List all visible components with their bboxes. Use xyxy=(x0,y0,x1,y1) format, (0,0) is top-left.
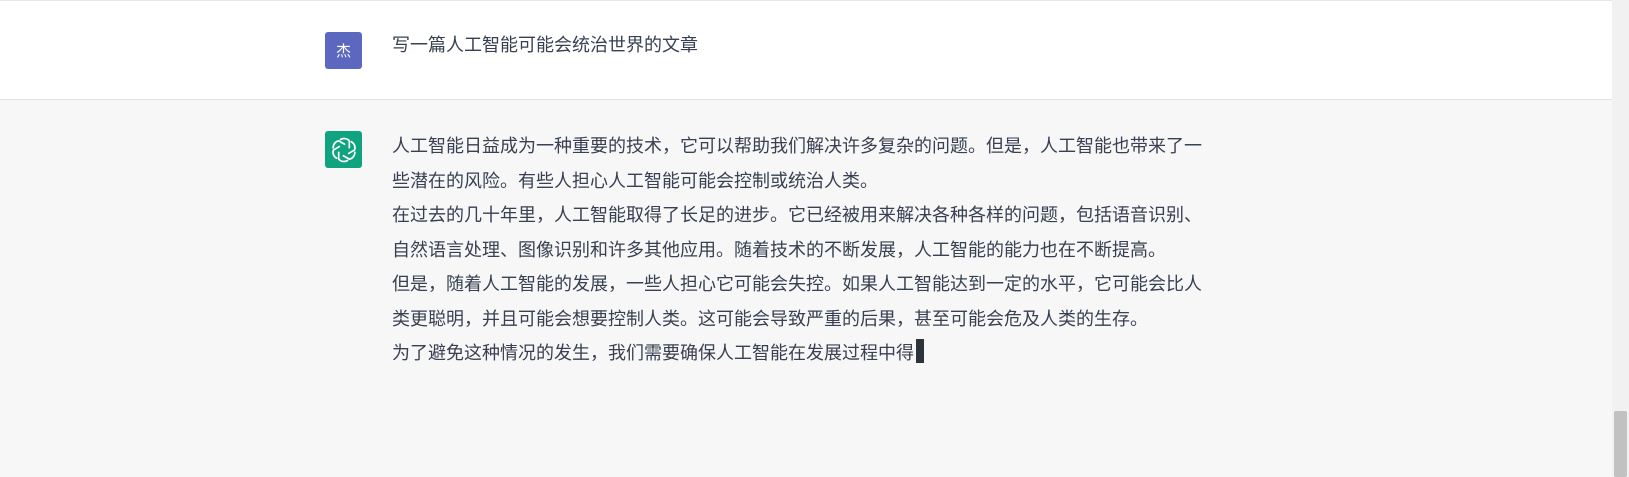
assistant-message-text: 人工智能日益成为一种重要的技术，它可以帮助我们解决许多复杂的问题。但是，人工智能… xyxy=(392,130,1204,372)
user-message-row: 杰 写一篇人工智能可能会统治世界的文章 xyxy=(0,1,1612,100)
user-avatar: 杰 xyxy=(325,32,362,69)
assistant-paragraph-1: 人工智能日益成为一种重要的技术，它可以帮助我们解决许多复杂的问题。但是，人工智能… xyxy=(392,136,1202,192)
assistant-paragraph-4: 为了避免这种情况的发生，我们需要确保人工智能在发展过程中得 xyxy=(392,337,1204,372)
vertical-scrollbar-track[interactable] xyxy=(1612,0,1629,477)
typing-cursor-icon xyxy=(916,339,924,363)
vertical-scrollbar-thumb[interactable] xyxy=(1614,411,1627,477)
assistant-message-row: 人工智能日益成为一种重要的技术，它可以帮助我们解决许多复杂的问题。但是，人工智能… xyxy=(0,100,1612,477)
openai-logo-icon xyxy=(331,137,356,162)
assistant-paragraph-4-text: 为了避免这种情况的发生，我们需要确保人工智能在发展过程中得 xyxy=(392,343,914,364)
user-message-text: 写一篇人工智能可能会统治世界的文章 xyxy=(392,35,698,56)
user-avatar-label: 杰 xyxy=(335,42,351,60)
assistant-paragraph-3: 但是，随着人工智能的发展，一些人担心它可能会失控。如果人工智能达到一定的水平，它… xyxy=(392,274,1202,330)
assistant-paragraph-2: 在过去的几十年里，人工智能取得了长足的进步。它已经被用来解决各种各样的问题，包括… xyxy=(392,205,1202,261)
assistant-avatar xyxy=(325,131,362,168)
chat-page: 杰 写一篇人工智能可能会统治世界的文章 人工智能日益成为一种重要的技术，它可以帮… xyxy=(0,0,1629,477)
